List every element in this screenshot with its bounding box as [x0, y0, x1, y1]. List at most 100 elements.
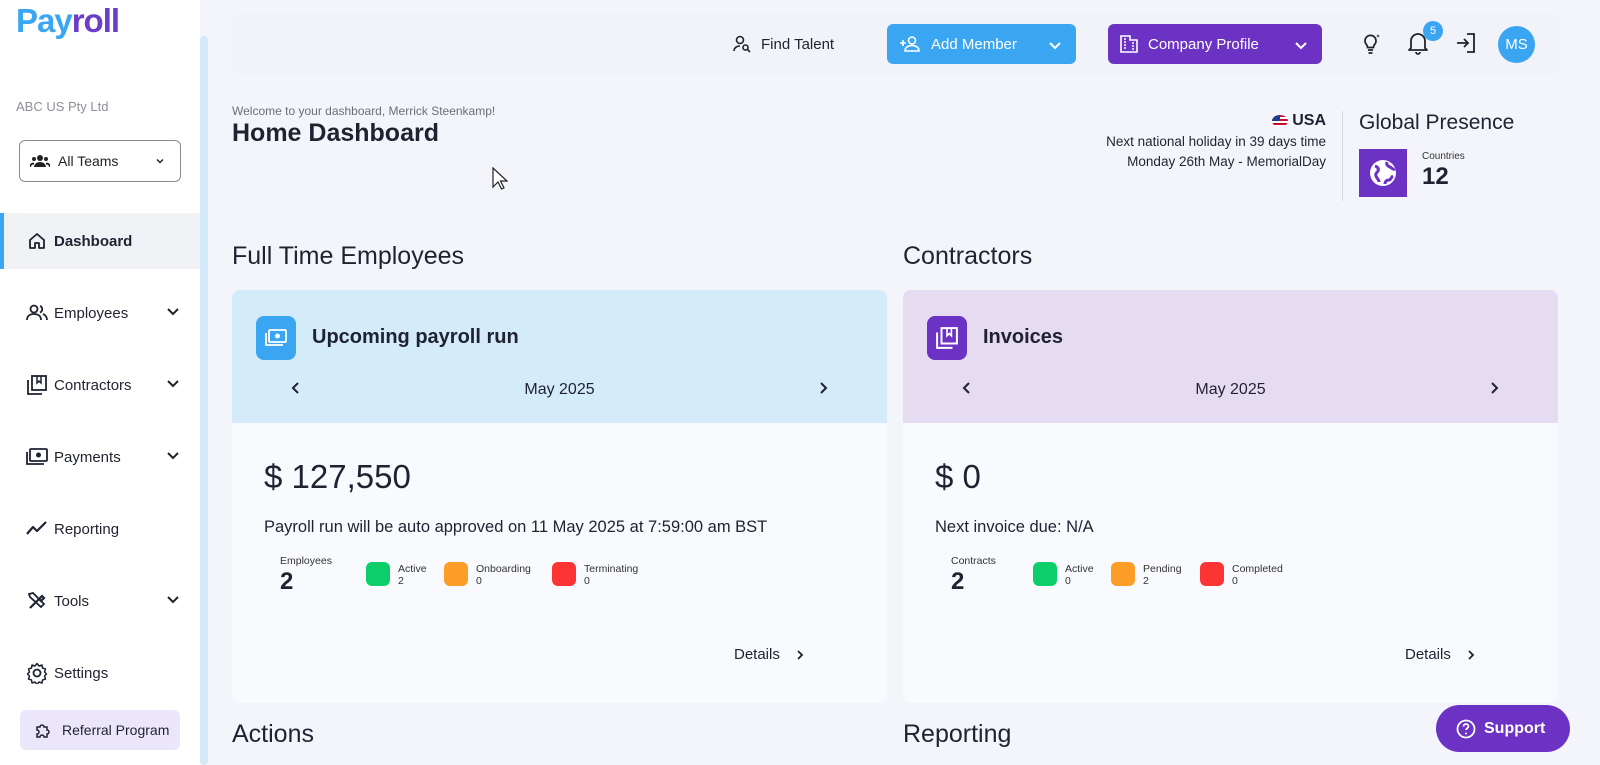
stat-label: Onboarding — [476, 563, 531, 575]
details-link[interactable]: Details — [734, 646, 806, 663]
chevron-down-icon — [166, 592, 180, 610]
chevron-right-icon — [794, 649, 806, 661]
payroll-card: Upcoming payroll run May 2025 $ 127,550 … — [232, 290, 887, 703]
stat-active: Active 0 — [1033, 562, 1094, 587]
chevron-down-icon — [166, 448, 180, 466]
company-name: ABC US Pty Ltd — [16, 99, 109, 114]
puzzle-icon — [34, 721, 52, 739]
invoice-note: Next invoice due: N/A — [935, 518, 1094, 536]
chevron-right-icon[interactable] — [1486, 380, 1502, 396]
chevron-down-icon[interactable] — [1294, 38, 1308, 56]
lightbulb-icon[interactable] — [1358, 30, 1384, 56]
stat-value: 2 — [951, 568, 965, 595]
sidebar-item-label: Settings — [54, 664, 109, 682]
month-label: May 2025 — [524, 381, 595, 398]
section-title-actions: Actions — [232, 720, 314, 748]
globe-icon — [1359, 149, 1407, 197]
details-label: Details — [734, 646, 780, 663]
stat-onboarding: Onboarding 0 — [444, 562, 531, 587]
welcome-message: Welcome to your dashboard, Merrick Steen… — [232, 104, 496, 118]
payroll-amount: $ 127,550 — [264, 458, 411, 495]
sidebar-item-dashboard[interactable]: Dashboard — [0, 213, 200, 269]
support-button[interactable]: Support — [1436, 705, 1570, 752]
notification-badge: 5 — [1423, 21, 1443, 41]
holiday-date: Monday 26th May - MemorialDay — [1127, 154, 1326, 169]
support-label: Support — [1484, 719, 1546, 737]
payroll-note: Payroll run will be auto approved on 11 … — [264, 518, 768, 536]
countries-value: 12 — [1422, 163, 1449, 190]
chevron-down-icon — [154, 154, 166, 170]
referral-program-button[interactable]: Referral Program — [20, 710, 180, 750]
card-header — [903, 290, 1558, 423]
month-label: May 2025 — [1195, 381, 1266, 398]
stat-label: Active — [398, 563, 427, 575]
money-icon — [256, 316, 296, 360]
card-title: Invoices — [983, 326, 1064, 348]
chevron-right-icon — [1465, 649, 1477, 661]
chevron-down-icon[interactable] — [1048, 38, 1062, 56]
stat-value: 0 — [584, 575, 590, 587]
invoice-amount: $ 0 — [935, 458, 981, 495]
details-label: Details — [1405, 646, 1451, 663]
sidebar-item-payments[interactable]: Payments — [0, 429, 200, 485]
sidebar-item-label: Payments — [54, 448, 121, 466]
stat-value: 0 — [1232, 575, 1238, 587]
chevron-right-icon[interactable] — [815, 380, 831, 396]
chevron-left-icon[interactable] — [959, 380, 975, 396]
add-member-button[interactable]: Add Member — [887, 24, 1076, 64]
find-talent-button[interactable]: Find Talent — [733, 28, 834, 60]
mouse-cursor-icon — [492, 166, 509, 196]
sidebar-item-contractors[interactable]: Contractors — [0, 357, 200, 413]
stat-value: 0 — [476, 575, 482, 587]
stat-value: 0 — [1065, 575, 1071, 587]
section-title-reporting: Reporting — [903, 720, 1012, 748]
building-icon — [1120, 35, 1138, 53]
stat-active: Active 2 — [366, 562, 427, 587]
divider — [1342, 111, 1343, 201]
contracts-stat: Contracts 2 — [951, 555, 996, 596]
sidebar-scrollbar[interactable] — [200, 36, 208, 765]
invoices-card: Invoices May 2025 $ 0 Next invoice due: … — [903, 290, 1558, 703]
sidebar-item-label: Contractors — [54, 376, 132, 394]
trend-icon — [26, 518, 48, 540]
status-color-swatch — [366, 562, 390, 586]
sidebar: Payroll ABC US Pty Ltd All Teams Dashboa… — [0, 0, 208, 765]
sidebar-item-employees[interactable]: Employees — [0, 285, 200, 341]
chevron-down-icon — [166, 304, 180, 322]
stat-label: Active — [1065, 563, 1094, 575]
status-color-swatch — [1200, 562, 1224, 586]
team-icon — [30, 153, 50, 169]
add-member-label: Add Member — [931, 35, 1017, 53]
global-presence-title: Global Presence — [1359, 111, 1515, 134]
sidebar-item-label: Tools — [54, 592, 90, 610]
logout-icon[interactable] — [1453, 30, 1479, 56]
stat-value: 2 — [1143, 575, 1149, 587]
us-flag-icon — [1272, 115, 1289, 127]
stat-label: Contracts — [951, 555, 996, 567]
stat-value: 2 — [398, 575, 404, 587]
status-color-swatch — [1111, 562, 1135, 586]
team-selector[interactable]: All Teams — [19, 140, 181, 182]
home-icon — [26, 230, 48, 252]
stat-terminating: Terminating 0 — [552, 562, 638, 587]
sidebar-item-label: Dashboard — [54, 232, 133, 250]
sidebar-item-tools[interactable]: Tools — [0, 573, 200, 629]
chevron-left-icon[interactable] — [288, 380, 304, 396]
company-profile-button[interactable]: Company Profile — [1108, 24, 1322, 64]
country-name: USA — [1292, 112, 1326, 129]
contracts-icon — [927, 316, 967, 360]
card-header — [232, 290, 887, 423]
company-profile-label: Company Profile — [1148, 35, 1259, 53]
sidebar-item-reporting[interactable]: Reporting — [0, 501, 200, 557]
help-icon — [1456, 719, 1476, 739]
tools-icon — [26, 590, 48, 612]
holiday-info: Next national holiday in 39 days time Mo… — [1096, 132, 1326, 172]
gear-icon — [26, 662, 48, 684]
sidebar-item-settings[interactable]: Settings — [0, 645, 200, 701]
details-link[interactable]: Details — [1405, 646, 1477, 663]
avatar[interactable]: MS — [1498, 26, 1535, 63]
person-search-icon — [733, 35, 751, 53]
stat-label: Completed — [1232, 563, 1283, 575]
money-icon — [26, 446, 48, 468]
logo[interactable]: Payroll — [16, 2, 120, 40]
